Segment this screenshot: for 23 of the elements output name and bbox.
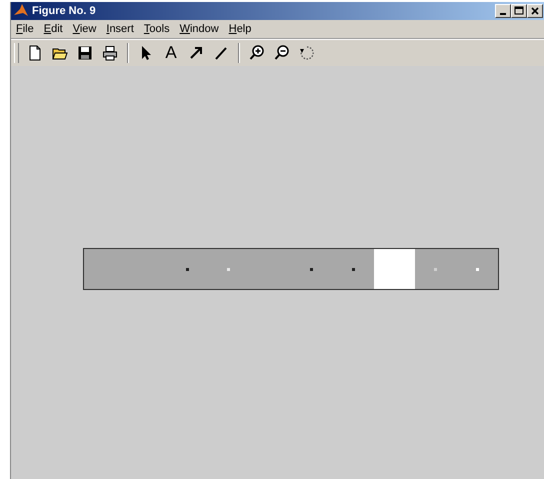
maximize-button[interactable]: [511, 4, 527, 18]
minimize-button[interactable]: [495, 4, 511, 18]
menu-item[interactable]: View: [68, 23, 102, 35]
new-document-icon[interactable]: [27, 45, 43, 61]
menu-item[interactable]: Edit: [38, 23, 68, 35]
zoom-in-icon[interactable]: [249, 45, 265, 61]
printer-icon[interactable]: [102, 45, 118, 61]
close-button[interactable]: [527, 4, 543, 18]
window-title: Figure No. 9: [32, 5, 97, 17]
close-icon: [530, 6, 540, 16]
rotate-icon[interactable]: [299, 45, 315, 61]
text-tool-button[interactable]: A: [160, 42, 182, 64]
menu-item[interactable]: Tools: [138, 23, 175, 35]
menu-item[interactable]: File: [11, 23, 39, 35]
arrow-icon[interactable]: [188, 45, 204, 61]
minimize-icon: [500, 13, 506, 15]
menu-item[interactable]: Help: [224, 23, 256, 35]
menu-item[interactable]: Insert: [101, 23, 139, 35]
menu-item[interactable]: Window: [174, 23, 224, 35]
zoom-out-icon[interactable]: [274, 45, 290, 61]
app-icon: [13, 3, 29, 19]
line-icon[interactable]: [213, 45, 229, 61]
maximize-icon: [514, 6, 524, 16]
